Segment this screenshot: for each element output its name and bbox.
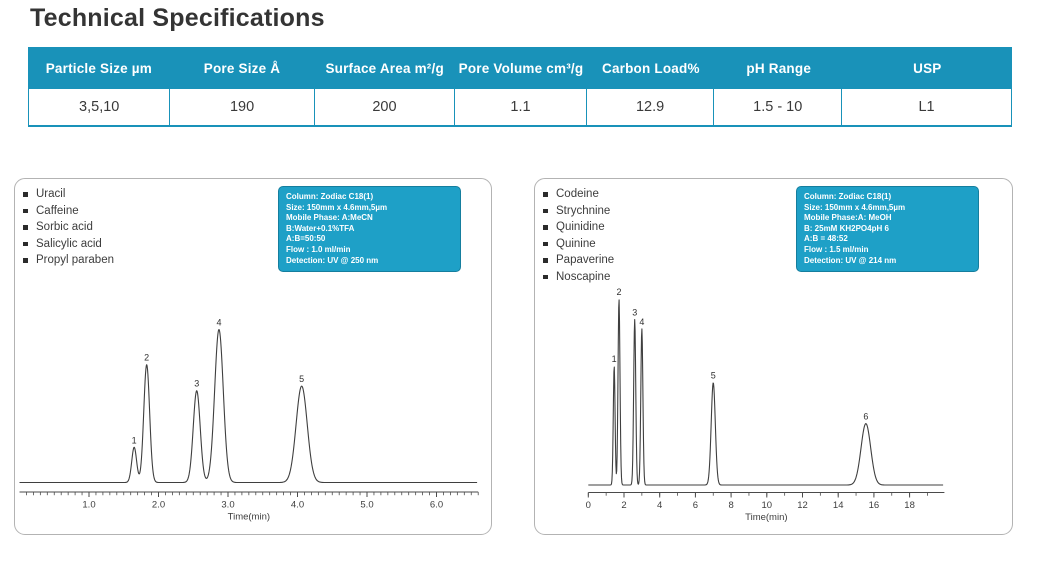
peak-number-label: 5	[711, 371, 716, 381]
spec-value-cell: 200	[315, 89, 455, 125]
x-tick-label: 14	[833, 500, 844, 511]
spec-column-header: Particle Size µm	[28, 47, 170, 89]
x-tick-label: 0	[586, 500, 591, 511]
spec-column-header: Pore Volume cm³/g	[455, 47, 587, 89]
x-tick-label: 6.0	[430, 500, 443, 511]
chromatogram-plot: 024681012141618Time(min)123456	[535, 179, 1012, 534]
spec-value-cell: 190	[170, 89, 314, 125]
chromatogram-panel-left: UracilCaffeineSorbic acidSalicylic acidP…	[14, 178, 492, 535]
peak-number-label: 4	[216, 318, 221, 328]
chromatogram-plot: 1.0 2.0 3.0 4.0 5.0 6.0 Time(min) 1 2 3 4 5	[15, 179, 491, 534]
spec-value-cell: 1.1	[455, 89, 587, 125]
peak-number-label: 6	[863, 412, 868, 422]
spec-column-header: USP	[843, 47, 1012, 89]
x-axis-title: Time(min)	[745, 512, 787, 523]
x-tick-label: 18	[904, 500, 915, 511]
x-tick-label: 4.0	[291, 500, 304, 511]
x-tick-label: 16	[869, 500, 880, 511]
peak-number-label: 3	[194, 379, 199, 389]
peak-number-label: 2	[616, 287, 621, 297]
x-tick-label: 10	[762, 500, 773, 511]
x-tick-label: 6	[693, 500, 698, 511]
spec-value-cell: 3,5,10	[29, 89, 170, 125]
x-tick-label: 12	[797, 500, 808, 511]
peak-number-label: 4	[639, 317, 644, 327]
x-tick-label: 2.0	[152, 500, 165, 511]
peak-number-label: 1	[612, 354, 617, 364]
page: Technical Specifications Particle Size µ…	[0, 0, 1040, 584]
chromatogram-panel-right: CodeineStrychnineQuinidineQuininePapaver…	[534, 178, 1013, 535]
x-tick-label: 1.0	[82, 500, 95, 511]
chromatogram-trace	[20, 330, 478, 483]
page-title: Technical Specifications	[30, 4, 325, 33]
spec-value-cell: 12.9	[587, 89, 715, 125]
x-tick-label: 5.0	[360, 500, 373, 511]
peak-number-label: 3	[632, 307, 637, 317]
x-tick-label: 8	[728, 500, 733, 511]
x-tick-label: 3.0	[221, 500, 234, 511]
spec-value-cell: L1	[842, 89, 1011, 125]
chromatogram-trace	[588, 300, 943, 485]
peak-number-label: 1	[132, 435, 137, 445]
spec-table-value-row: 3,5,101902001.112.91.5 - 10L1	[28, 89, 1012, 127]
x-tick-label: 4	[657, 500, 662, 511]
spec-column-header: Carbon Load%	[587, 47, 715, 89]
peak-number-label: 5	[299, 374, 304, 384]
spec-column-header: Surface Area m²/g	[314, 47, 455, 89]
peak-number-label: 2	[144, 353, 149, 363]
x-axis-title: Time(min)	[228, 512, 270, 523]
spec-value-cell: 1.5 - 10	[714, 89, 842, 125]
spec-column-header: pH Range	[715, 47, 843, 89]
spec-table-header-row: Particle Size µmPore Size ÅSurface Area …	[28, 47, 1012, 89]
spec-table: Particle Size µmPore Size ÅSurface Area …	[28, 47, 1012, 127]
spec-column-header: Pore Size Å	[170, 47, 315, 89]
x-tick-label: 2	[621, 500, 626, 511]
